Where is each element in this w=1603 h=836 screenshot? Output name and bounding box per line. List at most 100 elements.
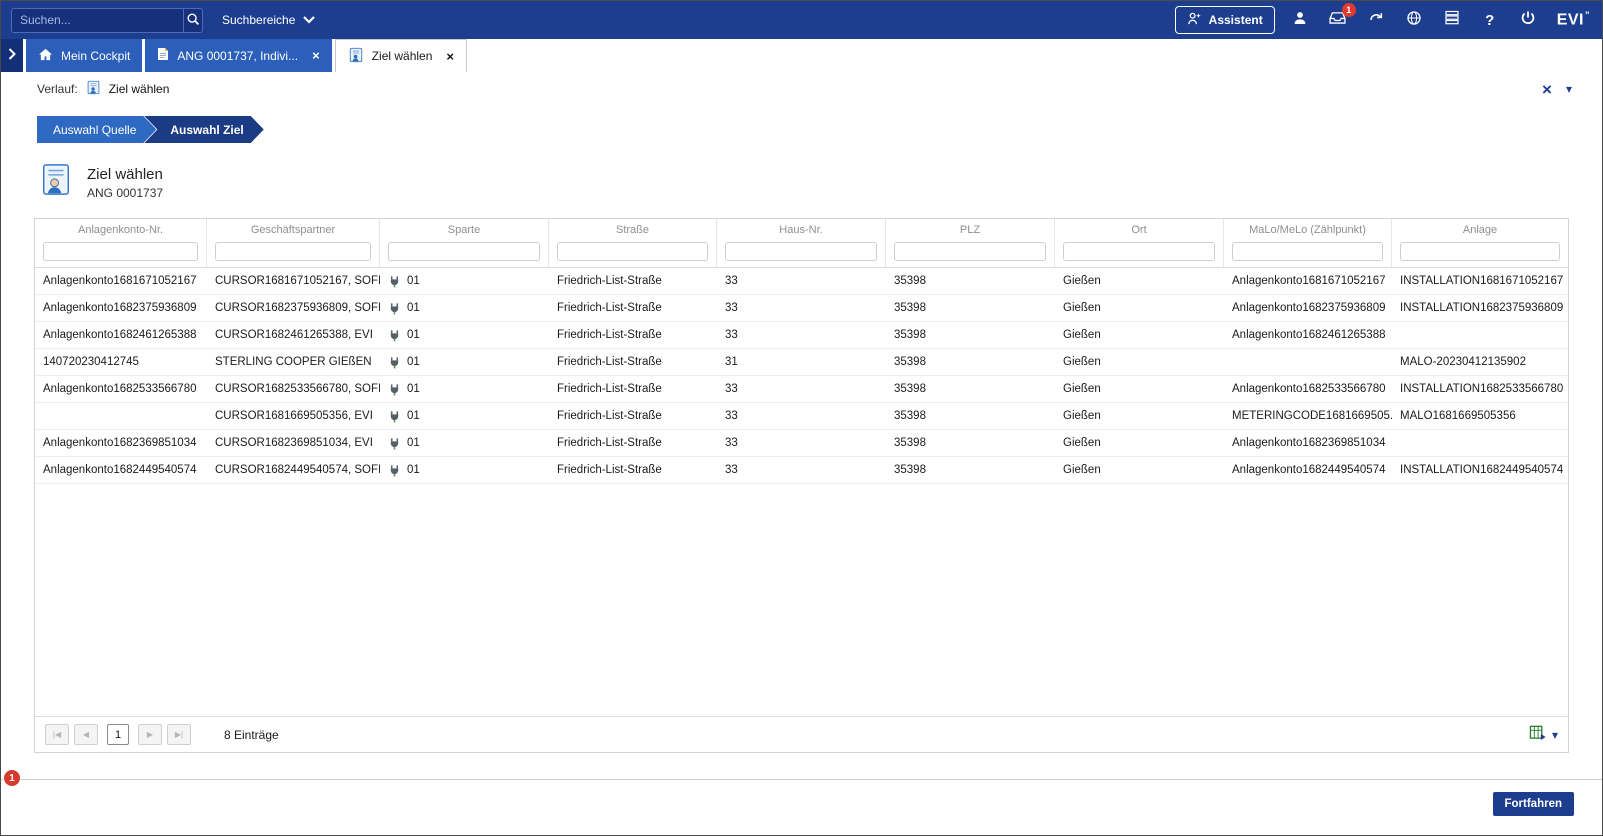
column-filter-input[interactable] bbox=[1400, 242, 1560, 261]
wizard-step-label: Auswahl Quelle bbox=[53, 123, 136, 137]
column-header[interactable]: Geschäftspartner bbox=[207, 219, 380, 239]
column-header[interactable]: Straße bbox=[549, 219, 717, 239]
cell-text: MALO1681669505356 bbox=[1400, 410, 1516, 422]
cell-text: 33 bbox=[725, 437, 738, 449]
globe-button[interactable] bbox=[1401, 7, 1427, 33]
cell-text: Gießen bbox=[1063, 437, 1101, 449]
current-page-indicator[interactable]: 1 bbox=[107, 724, 129, 745]
table-cell: CURSOR1682369851034, EVI bbox=[207, 430, 380, 456]
table-cell bbox=[35, 403, 207, 429]
close-view-icon[interactable]: × bbox=[1542, 81, 1552, 98]
search-button[interactable] bbox=[183, 9, 202, 32]
column-filter-input[interactable] bbox=[388, 242, 540, 261]
filter-cell bbox=[207, 239, 380, 267]
table-cell: 01 bbox=[380, 268, 549, 294]
cell-text: Friedrich-List-Straße bbox=[557, 356, 662, 368]
table-cell: CURSOR1681671052167, SOFIE bbox=[207, 268, 380, 294]
cell-text: Anlagenkonto1681671052167 bbox=[43, 275, 196, 287]
first-page-button[interactable]: |◀ bbox=[45, 724, 69, 745]
sparte-icon bbox=[388, 329, 401, 342]
column-filter-input[interactable] bbox=[43, 242, 198, 261]
column-header[interactable]: Anlagenkonto-Nr. bbox=[35, 219, 207, 239]
wizard-step-auswahl-ziel[interactable]: Auswahl Ziel bbox=[144, 116, 263, 143]
wizard-step-auswahl-quelle[interactable]: Auswahl Quelle bbox=[37, 116, 156, 143]
table-row[interactable]: CURSOR1681669505356, EVI01Friedrich-List… bbox=[35, 403, 1568, 430]
column-filter-input[interactable] bbox=[1232, 242, 1383, 261]
notification-badge[interactable]: 1 bbox=[4, 770, 20, 786]
tab-ang-0001737[interactable]: ANG 0001737, Indivi... × bbox=[145, 39, 331, 72]
cell-text: 35398 bbox=[894, 437, 926, 449]
search-input[interactable] bbox=[12, 13, 183, 27]
column-header[interactable]: MaLo/MeLo (Zählpunkt) bbox=[1224, 219, 1392, 239]
table-cell bbox=[1392, 322, 1568, 348]
tab-mein-cockpit[interactable]: Mein Cockpit bbox=[26, 39, 142, 72]
assistant-button[interactable]: Assistent bbox=[1175, 6, 1275, 34]
table-cell: Gießen bbox=[1055, 457, 1224, 483]
table-row[interactable]: Anlagenkonto1682369851034CURSOR168236985… bbox=[35, 430, 1568, 457]
cell-text: 01 bbox=[407, 410, 420, 422]
table-row[interactable]: Anlagenkonto1681671052167 CURSOR168167105… bbox=[35, 268, 1568, 295]
column-filter-input[interactable] bbox=[557, 242, 708, 261]
cell-text: 140720230412745 bbox=[43, 356, 139, 368]
cell-text: Gießen bbox=[1063, 410, 1101, 422]
search-scope-button[interactable]: Suchbereiche bbox=[215, 8, 322, 32]
table-cell bbox=[1224, 349, 1392, 375]
last-page-button[interactable]: ▶| bbox=[167, 724, 191, 745]
table-cell: 35398 bbox=[886, 430, 1055, 456]
cell-text: Anlagenkonto1682375936809 bbox=[1232, 302, 1385, 314]
cell-text: 33 bbox=[725, 302, 738, 314]
cell-text: 33 bbox=[725, 410, 738, 422]
table-row[interactable]: Anlagenkonto1682449540574CURSOR168244954… bbox=[35, 457, 1568, 484]
continue-button[interactable]: Fortfahren bbox=[1493, 792, 1575, 816]
table-cell: Anlagenkonto1682533566780 bbox=[1224, 376, 1392, 402]
tab-close-icon[interactable]: × bbox=[446, 50, 454, 63]
server-list-button[interactable] bbox=[1439, 7, 1465, 33]
cell-text: 35398 bbox=[894, 356, 926, 368]
previous-page-button[interactable]: ◀ bbox=[74, 724, 98, 745]
sync-button[interactable] bbox=[1363, 7, 1389, 33]
sparte-icon bbox=[388, 383, 401, 396]
column-filter-input[interactable] bbox=[894, 242, 1046, 261]
tab-ziel-waehlen[interactable]: Ziel wählen × bbox=[335, 39, 467, 72]
logout-button[interactable] bbox=[1515, 7, 1541, 33]
table-cell: Friedrich-List-Straße bbox=[549, 403, 717, 429]
cell-text: CURSOR1682533566780, SOFIE bbox=[215, 383, 380, 395]
home-icon bbox=[38, 48, 53, 64]
help-button[interactable]: ? bbox=[1477, 7, 1503, 33]
column-header[interactable]: Sparte bbox=[380, 219, 549, 239]
sparte-icon bbox=[388, 302, 401, 315]
sidebar-expand-button[interactable] bbox=[1, 39, 23, 72]
brand-mark: ” bbox=[1585, 10, 1590, 20]
view-menu-chevron-icon[interactable]: ▾ bbox=[1566, 83, 1572, 95]
user-button[interactable] bbox=[1287, 7, 1313, 33]
history-current-item[interactable]: Ziel wählen bbox=[109, 82, 170, 96]
export-button[interactable]: ▾ bbox=[1529, 724, 1558, 746]
table-row[interactable]: Anlagenkonto1682533566780 CURSOR168253356… bbox=[35, 376, 1568, 403]
column-header[interactable]: Haus-Nr. bbox=[717, 219, 886, 239]
table-cell: CURSOR1682449540574, SOFIE bbox=[207, 457, 380, 483]
cell-text: 01 bbox=[407, 275, 420, 287]
column-header[interactable]: PLZ bbox=[886, 219, 1055, 239]
inbox-button[interactable]: 1 bbox=[1325, 7, 1351, 33]
search-scope-label: Suchbereiche bbox=[222, 13, 295, 27]
table-filter-row bbox=[35, 239, 1568, 268]
table-row[interactable]: Anlagenkonto1682461265388CURSOR168246126… bbox=[35, 322, 1568, 349]
table-row[interactable]: Anlagenkonto1682375936809CURSOR168237593… bbox=[35, 295, 1568, 322]
table-row[interactable]: 140720230412745STERLING COOPER GIEßEN01F… bbox=[35, 349, 1568, 376]
column-filter-input[interactable] bbox=[725, 242, 877, 261]
table-cell: 33 bbox=[717, 322, 886, 348]
table-cell: 33 bbox=[717, 376, 886, 402]
table-cell bbox=[1392, 430, 1568, 456]
column-filter-input[interactable] bbox=[215, 242, 371, 261]
column-header[interactable]: Anlage bbox=[1392, 219, 1568, 239]
next-page-button[interactable]: ▶ bbox=[138, 724, 162, 745]
table-cell: STERLING COOPER GIEßEN bbox=[207, 349, 380, 375]
pagination-bar: |◀ ◀ 1 ▶ ▶| 8 Einträge ▾ bbox=[35, 716, 1568, 752]
table-cell: 33 bbox=[717, 268, 886, 294]
column-filter-input[interactable] bbox=[1063, 242, 1215, 261]
tab-close-icon[interactable]: × bbox=[312, 49, 320, 62]
column-header[interactable]: Ort bbox=[1055, 219, 1224, 239]
table-cell: 33 bbox=[717, 457, 886, 483]
cell-text: CURSOR1682369851034, EVI bbox=[215, 437, 373, 449]
history-actions: × ▾ bbox=[1542, 81, 1572, 98]
